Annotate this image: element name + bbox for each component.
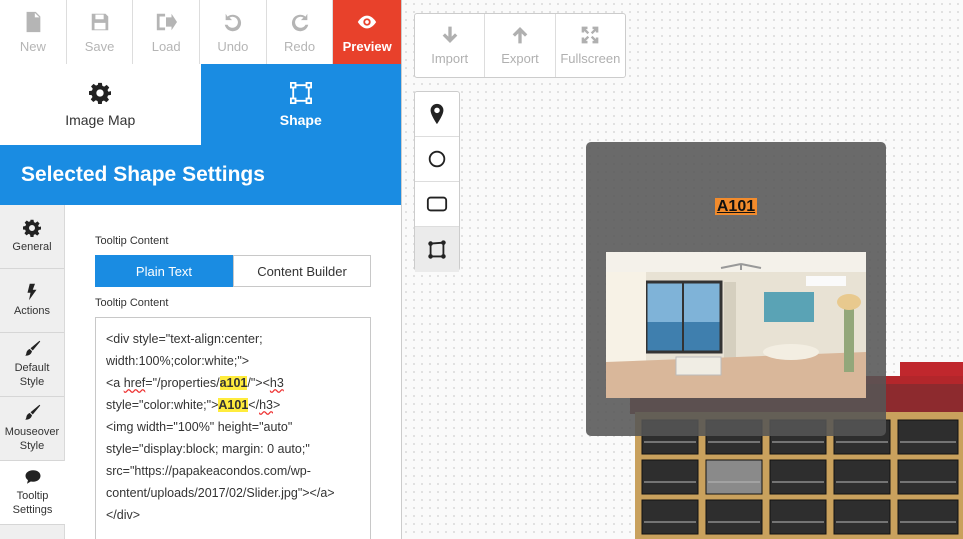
bolt-icon bbox=[27, 283, 37, 301]
tooltip-settings-panel: Tooltip Content Plain Text Content Build… bbox=[95, 205, 371, 539]
comment-icon bbox=[25, 469, 40, 484]
new-label: New bbox=[19, 38, 46, 54]
fullscreen-button[interactable]: Fullscreen bbox=[556, 14, 625, 77]
export-label: Export bbox=[501, 51, 539, 66]
redo-label: Redo bbox=[283, 38, 316, 54]
oval-tool-button[interactable] bbox=[415, 137, 459, 182]
code-line: style="display:block; margin: 0 auto;" bbox=[106, 442, 310, 456]
side-tab-mouseover-style[interactable]: Mouseover Style bbox=[0, 397, 64, 461]
upload-icon bbox=[512, 27, 528, 44]
mode-tabs: Image Map Shape bbox=[0, 64, 401, 145]
code-line: src="https://papakeacondos.com/wp- bbox=[106, 464, 311, 478]
editor-sidebar: New Save Load Undo Redo Preview Image Ma… bbox=[0, 0, 402, 539]
side-tab-mouseover-style-label-1: Mouseover bbox=[4, 425, 60, 438]
fullscreen-label: Fullscreen bbox=[560, 51, 621, 66]
tooltip-preview: A101 bbox=[586, 142, 886, 436]
rect-icon bbox=[426, 196, 448, 212]
eye-icon bbox=[358, 15, 377, 28]
code-line: </div> bbox=[106, 508, 141, 522]
import-button[interactable]: Import bbox=[415, 14, 486, 77]
export-button[interactable]: Export bbox=[485, 14, 556, 77]
side-tab-actions-label: Actions bbox=[13, 304, 51, 317]
main-toolbar: New Save Load Undo Redo Preview bbox=[0, 0, 401, 64]
shape-vector-icon bbox=[289, 81, 312, 104]
search-highlight: A101 bbox=[218, 398, 249, 412]
code-token: > bbox=[272, 398, 281, 412]
tab-shape-label: Shape bbox=[279, 111, 322, 128]
load-button[interactable]: Load bbox=[133, 0, 201, 64]
side-tab-tooltip-settings[interactable]: Tooltip Settings bbox=[0, 461, 65, 525]
code-token: <a bbox=[106, 376, 124, 390]
brush-icon bbox=[25, 404, 41, 420]
undo-icon bbox=[224, 13, 241, 31]
side-tab-tooltip-settings-label-2: Settings bbox=[12, 504, 53, 516]
side-tab-general-label: General bbox=[12, 240, 52, 253]
tooltip-content-label: Tooltip Content bbox=[95, 235, 169, 247]
import-export-toolbar: Import Export Fullscreen bbox=[414, 13, 626, 78]
gear-icon bbox=[23, 219, 41, 237]
polygon-icon bbox=[428, 239, 446, 259]
side-tab-default-style-label-2: Style bbox=[19, 376, 45, 388]
code-line: content/uploads/2017/02/Slider.jpg"></a> bbox=[106, 486, 335, 500]
save-button[interactable]: Save bbox=[66, 0, 134, 64]
load-icon bbox=[157, 13, 178, 30]
side-tab-default-style[interactable]: Default Style bbox=[0, 333, 64, 397]
side-tab-tooltip-settings-label-1: Tooltip bbox=[16, 489, 49, 502]
image-map-canvas[interactable]: A101 Import Export Fullscreen bbox=[402, 0, 963, 539]
content-builder-button[interactable]: Content Builder bbox=[233, 255, 371, 287]
tab-image-map-label: Image Map bbox=[65, 111, 136, 128]
shape-tools bbox=[414, 91, 460, 272]
tooltip-content-textarea-label: Tooltip Content bbox=[95, 297, 169, 309]
file-icon bbox=[26, 11, 41, 32]
save-label: Save bbox=[84, 38, 115, 54]
tab-shape[interactable]: Shape bbox=[200, 64, 401, 145]
redo-button[interactable]: Redo bbox=[266, 0, 334, 64]
code-line: <a href="/properties/a101/"><h3 bbox=[106, 372, 360, 394]
code-line: width:100%;color:white;"> bbox=[106, 354, 250, 368]
search-highlight: a101 bbox=[219, 376, 248, 390]
code-token: /">< bbox=[247, 376, 270, 390]
code-token: href bbox=[123, 376, 146, 390]
redo-icon bbox=[291, 13, 308, 31]
side-tab-mouseover-style-label-2: Style bbox=[19, 440, 45, 452]
code-token: h3 bbox=[269, 376, 284, 390]
code-token: h3 bbox=[259, 398, 273, 412]
preview-button[interactable]: Preview bbox=[333, 0, 401, 64]
settings-side-tabs: General Actions Default Style Mouseover … bbox=[0, 205, 65, 539]
tooltip-content-textarea[interactable]: <div style="text-align:center; width:100… bbox=[95, 317, 371, 539]
tooltip-preview-title[interactable]: A101 bbox=[586, 198, 886, 216]
floppy-icon bbox=[91, 13, 108, 30]
new-button[interactable]: New bbox=[0, 0, 67, 64]
tooltip-preview-photo bbox=[606, 252, 866, 398]
load-label: Load bbox=[151, 38, 181, 54]
tooltip-mode-switch: Plain Text Content Builder bbox=[95, 255, 371, 287]
code-line: <img width="100%" height="auto" bbox=[106, 420, 293, 434]
brush-icon bbox=[25, 340, 41, 356]
rect-tool-button[interactable] bbox=[415, 182, 459, 227]
gear-icon bbox=[89, 82, 112, 104]
undo-button[interactable]: Undo bbox=[200, 0, 267, 64]
side-tab-default-style-label-1: Default bbox=[14, 361, 50, 374]
section-title: Selected Shape Settings bbox=[0, 145, 401, 205]
plain-text-button[interactable]: Plain Text bbox=[95, 255, 233, 287]
side-tab-general[interactable]: General bbox=[0, 205, 64, 269]
spot-tool-button[interactable] bbox=[415, 92, 459, 137]
code-line: <div style="text-align:center; bbox=[106, 332, 263, 346]
tooltip-preview-title-text: A101 bbox=[714, 198, 758, 215]
side-tab-actions[interactable]: Actions bbox=[0, 269, 64, 333]
map-pin-icon bbox=[430, 103, 444, 125]
undo-label: Undo bbox=[217, 38, 249, 54]
poly-tool-button[interactable] bbox=[415, 227, 459, 272]
code-token: style="color:white;"> bbox=[106, 398, 219, 412]
circle-icon bbox=[428, 150, 446, 168]
code-token: </ bbox=[248, 398, 260, 412]
preview-label: Preview bbox=[342, 38, 392, 54]
download-icon bbox=[442, 26, 457, 43]
code-line: style="color:white;">A101</h3> bbox=[106, 394, 360, 416]
code-token: ="/properties/ bbox=[145, 376, 220, 390]
import-label: Import bbox=[431, 51, 469, 66]
tab-image-map[interactable]: Image Map bbox=[0, 64, 201, 145]
expand-icon bbox=[581, 26, 599, 44]
